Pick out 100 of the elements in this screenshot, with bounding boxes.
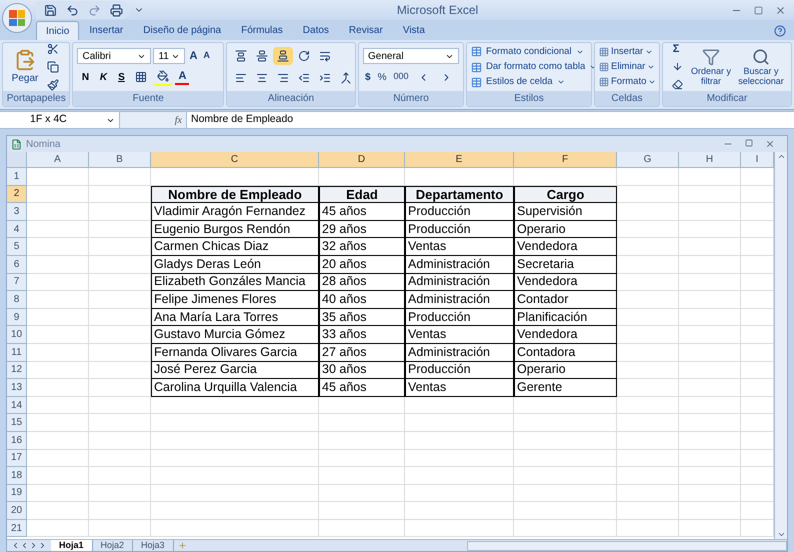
row-header[interactable]: 15: [7, 414, 27, 432]
bold-button[interactable]: N: [77, 70, 94, 85]
column-header[interactable]: G: [617, 152, 679, 167]
table-cell: Producción: [405, 220, 514, 238]
last-sheet-icon[interactable]: [38, 541, 47, 550]
row-header[interactable]: 10: [7, 326, 27, 344]
ribbon-tab[interactable]: Vista: [392, 21, 435, 40]
column-header[interactable]: D: [319, 152, 405, 167]
shrink-font-button[interactable]: A: [201, 49, 212, 63]
previous-sheet-icon[interactable]: [20, 541, 29, 550]
row-header[interactable]: 21: [7, 520, 27, 538]
styles-menu-item[interactable]: Dar formato como tabla: [471, 60, 598, 74]
paste-button[interactable]: Pegar: [7, 48, 43, 86]
grow-font-button[interactable]: A: [187, 48, 200, 64]
help-icon[interactable]: [774, 25, 786, 37]
column-header[interactable]: H: [679, 152, 741, 167]
restore-icon[interactable]: [745, 139, 753, 147]
table-cell: 32 años: [319, 238, 405, 256]
group-label: Fuente: [132, 92, 164, 106]
insert-function-button[interactable]: fx: [174, 112, 182, 128]
cells-menu-item[interactable]: Formato: [599, 75, 656, 90]
formula-input-field[interactable]: Nombre de Empleado: [186, 112, 794, 128]
row-header[interactable]: 4: [7, 220, 27, 238]
styles-menu-item[interactable]: Formato condicional: [471, 44, 598, 59]
row-header[interactable]: 1: [7, 168, 27, 186]
fill-color-icon[interactable]: [153, 68, 174, 86]
table-cell: Departamento: [405, 186, 514, 204]
column-header[interactable]: E: [405, 152, 514, 167]
window-title: Microsoft Excel: [396, 2, 478, 19]
grid-cell: [679, 256, 741, 274]
sheet-tab[interactable]: Hoja3: [133, 540, 174, 551]
row-header[interactable]: 5: [7, 238, 27, 256]
grid-cell: [617, 256, 679, 274]
grid-icon: [599, 77, 609, 88]
font-name-field[interactable]: Calibri: [77, 48, 152, 64]
table-cell: Nombre de Empleado: [151, 186, 319, 204]
row-header[interactable]: 18: [7, 467, 27, 485]
cells-menu-item[interactable]: Eliminar: [599, 60, 656, 74]
row-header[interactable]: 7: [7, 274, 27, 292]
percent-button[interactable]: %: [376, 70, 388, 84]
align-bottom-icon[interactable]: [273, 47, 293, 65]
row-header[interactable]: 2: [7, 186, 27, 204]
number-format-field[interactable]: General: [363, 48, 459, 64]
column-header[interactable]: F: [514, 152, 617, 167]
ribbon-tab[interactable]: Inicio: [36, 21, 80, 40]
row-header[interactable]: 8: [7, 291, 27, 309]
grid-cell: [679, 396, 741, 414]
ribbon-tab[interactable]: Datos: [292, 21, 339, 40]
scroll-down-icon[interactable]: [776, 530, 786, 539]
first-sheet-icon[interactable]: [11, 541, 20, 550]
grid-cell: [617, 274, 679, 292]
row-header[interactable]: 6: [7, 256, 27, 274]
row-header[interactable]: 12: [7, 362, 27, 380]
grid-cell: [27, 414, 89, 432]
underline-button[interactable]: S: [113, 70, 130, 85]
grid-cell: [679, 414, 741, 432]
table-cell: Ana María Lara Torres: [151, 308, 319, 326]
vertical-scrollbar[interactable]: [774, 152, 787, 539]
styles-menu-item[interactable]: Estilos de celda: [471, 75, 598, 90]
cells-menu-item[interactable]: Insertar: [599, 44, 656, 59]
row-header[interactable]: 13: [7, 379, 27, 397]
row-header[interactable]: 11: [7, 344, 27, 362]
table-cell: Administración: [405, 274, 514, 292]
thousands-button[interactable]: 000: [391, 70, 410, 84]
italic-button[interactable]: K: [95, 70, 112, 85]
restore-icon[interactable]: [754, 6, 763, 14]
autosum-button[interactable]: Σ: [667, 40, 685, 58]
filter-icon: [702, 48, 720, 66]
scroll-up-icon[interactable]: [776, 152, 786, 161]
table-cell: Elizabeth Gonzáles Mancia: [151, 274, 319, 292]
row-header[interactable]: 16: [7, 432, 27, 450]
close-icon[interactable]: [775, 4, 786, 16]
row-header[interactable]: 3: [7, 203, 27, 221]
font-color-button[interactable]: A: [175, 69, 190, 86]
ribbon-tab[interactable]: Fórmulas: [231, 21, 293, 40]
ribbon-tab[interactable]: Revisar: [338, 21, 393, 40]
next-sheet-icon[interactable]: [29, 541, 38, 550]
grid-cell: [27, 186, 89, 204]
table-cell: Ventas: [405, 238, 514, 256]
grid-cell: [617, 432, 679, 450]
find-select-button[interactable]: Buscar y seleccionar: [735, 48, 787, 86]
row-header[interactable]: 20: [7, 502, 27, 520]
sheet-tab[interactable]: Hoja1: [51, 540, 93, 551]
close-icon[interactable]: [765, 139, 775, 149]
column-header[interactable]: C: [151, 152, 319, 167]
sort-filter-button[interactable]: Ordenar y filtrar: [687, 48, 735, 86]
table-cell: 27 años: [319, 344, 405, 362]
ribbon-tab[interactable]: Insertar: [79, 21, 134, 40]
ribbon-tab[interactable]: Diseño de página: [133, 21, 232, 40]
currency-button[interactable]: $: [363, 70, 373, 84]
row-header[interactable]: 17: [7, 450, 27, 468]
grid-cell: [27, 256, 89, 274]
sheet-tab[interactable]: Hoja2: [92, 540, 134, 551]
row-header[interactable]: 19: [7, 484, 27, 502]
column-header[interactable]: A: [27, 152, 89, 167]
row-header[interactable]: 9: [7, 308, 27, 326]
row-header[interactable]: 14: [7, 396, 27, 414]
grid-cell: [679, 344, 741, 362]
horizontal-scrollbar[interactable]: [467, 540, 787, 550]
font-size-field[interactable]: 11: [153, 48, 186, 64]
